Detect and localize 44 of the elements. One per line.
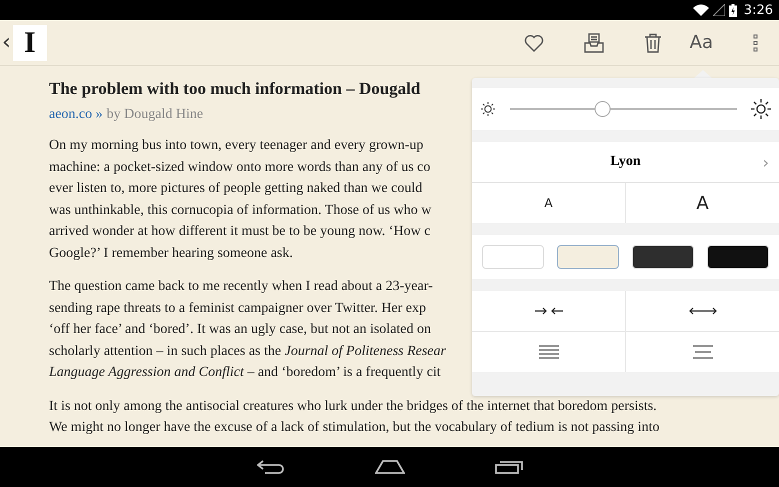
- theme-swatch[interactable]: [482, 245, 544, 269]
- article-text-line: ever listen to, more pictures of people getting naked than we could: [49, 180, 422, 198]
- article-text-line: ‘off her face’ and ‘bored’. It was an ugly case, but not an isolated on: [49, 321, 432, 339]
- font-selector[interactable]: Lyon ›: [472, 142, 779, 183]
- home-icon[interactable]: [374, 460, 404, 474]
- signal-icon: [712, 4, 725, 16]
- arrows-inward-icon: [534, 306, 564, 316]
- clock-time: 3:26: [744, 2, 773, 18]
- brightness-slider[interactable]: [510, 100, 737, 118]
- article-text-line: Google?’ I remember hearing someone ask.: [49, 244, 293, 262]
- article-text-line: scholarly attention – in such places as the Journal of Politeness Resear: [49, 342, 446, 360]
- recents-icon[interactable]: [494, 460, 522, 474]
- bright-brightness-icon: [751, 99, 771, 119]
- article-text-line: machine: a pocket-sized window onto more words than any of us co: [49, 158, 430, 176]
- theme-swatch[interactable]: [557, 245, 619, 269]
- article-text-line: sending rape threats to a feminist campaigner over Twitter. Her exp: [49, 300, 426, 318]
- theme-swatch[interactable]: [707, 245, 769, 269]
- back-icon[interactable]: [256, 460, 284, 474]
- article-text-line: The question came back to me recently when I read about a 23-year-: [49, 278, 433, 296]
- article-text-line: Language Aggression and Conflict – and ‘boredom’ is a frequently cit: [49, 364, 441, 382]
- article-text-line: We might no longer have the excuse of a lack of stimulation, but the vocabulary of tedium is not passing into: [49, 419, 660, 437]
- heart-icon[interactable]: [524, 34, 544, 52]
- source-link[interactable]: aeon.co »: [49, 107, 103, 123]
- font-name: Lyon: [610, 154, 641, 170]
- article-text-line: arrived wonder at how different it must be to be young now. ‘How c: [49, 223, 430, 241]
- more-icon[interactable]: [753, 34, 759, 52]
- text-size-button[interactable]: Aa: [682, 32, 721, 53]
- centered-lines-icon: [692, 345, 712, 359]
- battery-icon: [728, 4, 737, 16]
- article-title: The problem with too much information – Dougald: [49, 79, 420, 99]
- app-logo[interactable]: I: [12, 24, 47, 60]
- byline: by Dougald Hine: [106, 107, 204, 123]
- justified-lines-icon: [538, 345, 558, 359]
- back-button[interactable]: ‹: [0, 30, 13, 55]
- wifi-icon: [692, 4, 709, 16]
- article-text-line: On my morning bus into town, every teenager and every grown-up: [49, 137, 424, 155]
- dim-brightness-icon: [480, 101, 496, 117]
- article-text-line: was unthinkable, this cornucopia of information. Those of us who w: [49, 202, 432, 220]
- theme-swatch[interactable]: [632, 245, 694, 269]
- trash-icon[interactable]: [644, 32, 662, 52]
- article-text-line: It is not only among the antisocial creatures who lurk under the bridges of the internet that boredom persists.: [49, 398, 657, 416]
- chevron-icon: ›: [762, 152, 769, 172]
- arrows-outward-icon: [688, 306, 716, 316]
- tray-icon[interactable]: [584, 32, 604, 52]
